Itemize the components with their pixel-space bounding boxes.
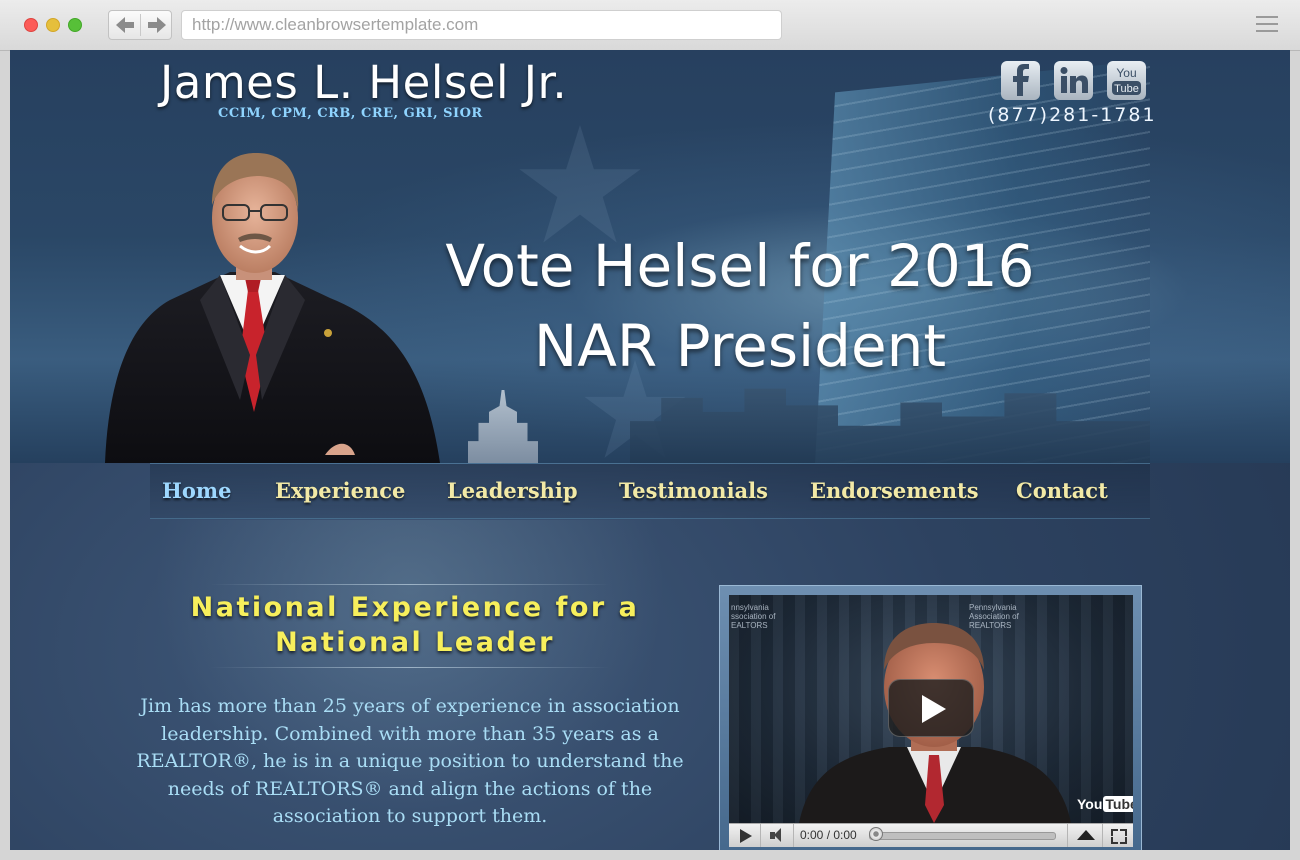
volume-icon[interactable] bbox=[761, 824, 794, 847]
browser-toolbar: http://www.cleanbrowsertemplate.com bbox=[0, 0, 1300, 51]
linkedin-icon[interactable] bbox=[1054, 61, 1093, 100]
nav-item-endorsements[interactable]: Endorsements bbox=[810, 478, 979, 503]
seek-knob[interactable] bbox=[869, 827, 883, 841]
hero-headline-line1: Vote Helsel for 2016 bbox=[445, 232, 1035, 300]
facebook-icon[interactable] bbox=[1001, 61, 1040, 100]
youtube-icon[interactable]: You Tube bbox=[1107, 61, 1146, 100]
web-page: James L. Helsel Jr. CCIM, CPM, CRB, CRE,… bbox=[10, 50, 1290, 850]
main-navigation: Home Experience Leadership Testimonials … bbox=[150, 463, 1150, 519]
youtube-watermark-you: You bbox=[1077, 796, 1103, 812]
svg-text:You: You bbox=[1116, 66, 1136, 80]
youtube-video-player[interactable]: nnsylvania ssociation of EALTORS Pennsyl… bbox=[729, 595, 1133, 823]
intro-paragraph: Jim has more than 25 years of experience… bbox=[136, 695, 684, 828]
maximize-window-button[interactable] bbox=[68, 18, 82, 32]
credentials-subtitle: CCIM, CPM, CRB, CRE, GRI, SIOR bbox=[218, 106, 483, 121]
nav-item-home[interactable]: Home bbox=[162, 478, 231, 503]
section-title: National Experience for a National Leade… bbox=[140, 590, 690, 660]
site-title[interactable]: James L. Helsel Jr. bbox=[160, 56, 580, 109]
nav-item-testimonials[interactable]: Testimonials bbox=[619, 478, 768, 503]
fullscreen-icon[interactable] bbox=[1103, 824, 1133, 847]
hero-headline-line2: NAR President bbox=[533, 312, 947, 380]
capitol-dome-image bbox=[468, 390, 538, 463]
section-title-line2: National Leader bbox=[275, 627, 555, 658]
seek-bar[interactable] bbox=[869, 832, 1056, 840]
history-divider bbox=[140, 14, 141, 36]
minimize-window-button[interactable] bbox=[46, 18, 60, 32]
hero-headline: Vote Helsel for 2016 NAR President bbox=[430, 226, 1050, 386]
nav-item-leadership[interactable]: Leadership bbox=[447, 478, 578, 503]
candidate-portrait bbox=[105, 152, 440, 463]
hamburger-menu-icon[interactable] bbox=[1256, 16, 1278, 34]
video-backdrop-logo-left: nnsylvania ssociation of EALTORS bbox=[731, 603, 776, 630]
nav-item-experience[interactable]: Experience bbox=[275, 478, 405, 503]
video-play-overlay-button[interactable] bbox=[888, 679, 974, 737]
youtube-watermark[interactable]: YouTube bbox=[1077, 796, 1133, 812]
svg-text:Tube: Tube bbox=[1114, 83, 1139, 95]
title-top-rule bbox=[210, 584, 610, 585]
youtube-watermark-tube: Tube bbox=[1103, 796, 1133, 812]
video-time: 0:00 / 0:00 bbox=[800, 828, 857, 842]
phone-number: (877)281-1781 bbox=[988, 104, 1157, 126]
close-window-button[interactable] bbox=[24, 18, 38, 32]
hero-banner: James L. Helsel Jr. CCIM, CPM, CRB, CRE,… bbox=[10, 50, 1290, 463]
play-icon[interactable] bbox=[729, 824, 761, 847]
history-buttons bbox=[108, 10, 172, 40]
section-title-line1: National Experience for a bbox=[190, 592, 640, 623]
title-bottom-rule bbox=[210, 667, 610, 668]
quality-menu-icon[interactable] bbox=[1067, 824, 1103, 847]
video-controls: 0:00 / 0:00 bbox=[729, 823, 1133, 847]
nav-item-contact[interactable]: Contact bbox=[1016, 478, 1108, 503]
address-bar[interactable]: http://www.cleanbrowsertemplate.com bbox=[181, 10, 782, 40]
